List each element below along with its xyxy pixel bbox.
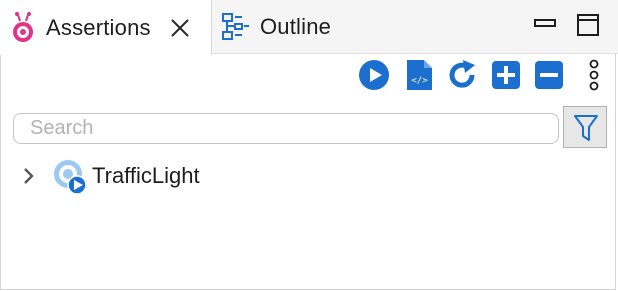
refresh-icon[interactable]: [446, 59, 478, 91]
tree-row[interactable]: TrafficLight: [16, 156, 200, 196]
tab-outline[interactable]: Outline: [213, 0, 413, 54]
svg-text:</>: </>: [411, 76, 428, 86]
filter-button[interactable]: [563, 106, 607, 148]
more-options-icon[interactable]: [580, 59, 608, 91]
minimize-icon[interactable]: [532, 12, 558, 38]
chevron-right-icon[interactable]: [16, 164, 40, 188]
search-input[interactable]: [13, 113, 559, 144]
tab-outline-label: Outline: [260, 14, 332, 39]
collapse-all-icon[interactable]: [533, 59, 565, 91]
outline-icon: [222, 13, 250, 41]
tab-assertions-label: Assertions: [46, 14, 151, 40]
assertions-icon: [10, 11, 36, 45]
run-icon[interactable]: [358, 59, 390, 91]
filter-icon: [573, 113, 599, 148]
maximize-icon[interactable]: [575, 12, 601, 38]
close-icon[interactable]: [169, 17, 191, 39]
expand-all-icon[interactable]: [490, 59, 522, 91]
tree-item-label: TrafficLight: [92, 163, 200, 188]
traffic-light-model-icon: [52, 156, 88, 196]
source-file-icon[interactable]: </>: [404, 59, 436, 91]
tab-bar: Assertions Outline: [0, 0, 618, 55]
tab-assertions[interactable]: Assertions: [0, 0, 212, 55]
